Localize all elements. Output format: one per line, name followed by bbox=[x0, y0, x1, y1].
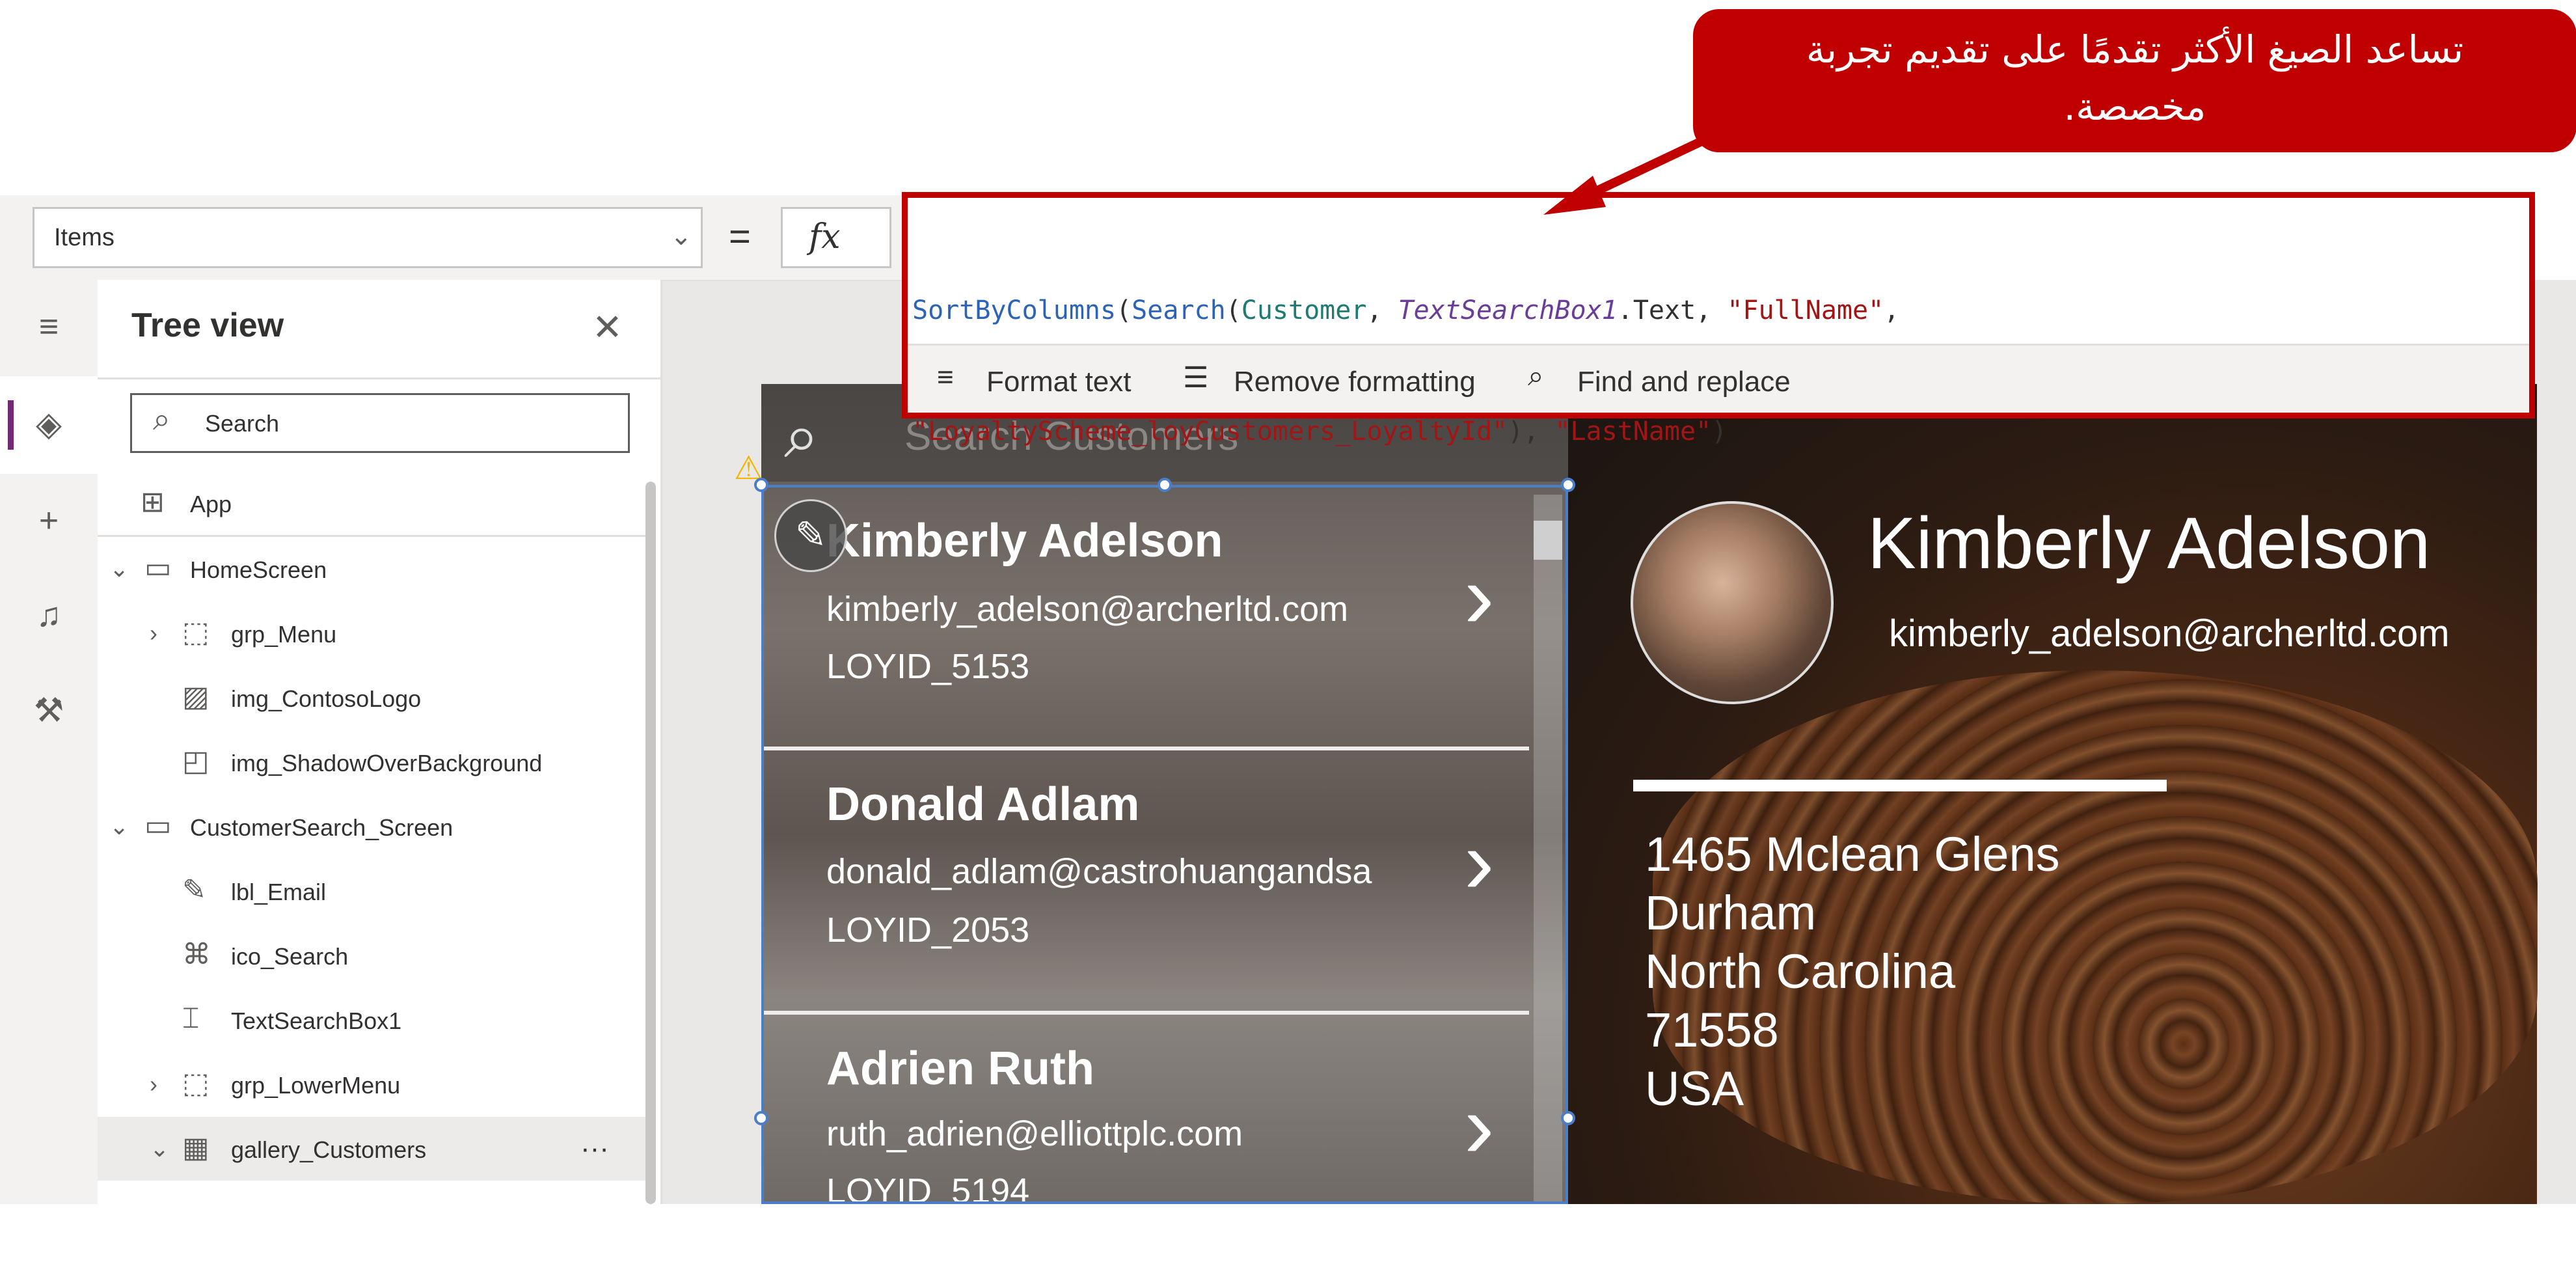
formula-token: ( bbox=[1225, 295, 1241, 325]
tree-item-lbl-email[interactable]: ✎ lbl_Email bbox=[98, 859, 645, 923]
formula-token: "FullName" bbox=[1727, 295, 1884, 325]
address-line: Durham bbox=[1645, 886, 1817, 940]
formula-token: .Text, bbox=[1617, 295, 1728, 325]
equals-sign: = bbox=[729, 215, 751, 258]
tree-item-label: HomeScreen bbox=[190, 556, 327, 583]
tree-item-label: TextSearchBox1 bbox=[231, 1008, 402, 1034]
formula-token: "LoyaltyScheme_loyCustomers_LoyaltyId" bbox=[912, 417, 1508, 446]
tree-item-customersearch-screen[interactable]: ⌄ ▭ CustomerSearch_Screen bbox=[98, 795, 645, 858]
address-line: 1465 Mclean Glens bbox=[1645, 827, 2060, 881]
tree-scrollbar[interactable] bbox=[645, 482, 656, 1204]
customer-avatar bbox=[1631, 501, 1834, 704]
image-icon: ▨ bbox=[182, 681, 210, 713]
remove-formatting-button[interactable]: Remove formatting bbox=[1234, 366, 1476, 398]
tree-item-ico-search[interactable]: ⌘ ico_Search bbox=[98, 924, 645, 987]
screen-icon: ▭ bbox=[144, 810, 172, 842]
fx-button[interactable]: fx bbox=[781, 207, 891, 268]
app-icon: ⊞ bbox=[141, 486, 165, 518]
formula-token: TextSearchBox1 bbox=[1398, 295, 1618, 325]
more-options-icon[interactable]: ··· bbox=[580, 1132, 609, 1165]
tree-item-img-contosologo[interactable]: ▨ img_ContosoLogo bbox=[98, 666, 645, 730]
remove-formatting-icon[interactable]: ☰ bbox=[1183, 361, 1208, 394]
tree-header-divider bbox=[98, 377, 662, 379]
edit-pencil-icon[interactable]: ✎ bbox=[774, 499, 847, 572]
formula-token: "LastName" bbox=[1554, 417, 1712, 446]
layers-icon[interactable]: ◈ bbox=[26, 405, 72, 444]
detail-email: kimberly_adelson@archerltd.com bbox=[1889, 612, 2450, 655]
tree-item-homescreen[interactable]: ⌄ ▭ HomeScreen bbox=[98, 537, 645, 601]
chevron-right-icon[interactable]: › bbox=[150, 620, 157, 647]
tree-item-app[interactable]: ⊞ App bbox=[98, 471, 645, 535]
resize-handle[interactable] bbox=[754, 478, 768, 492]
icons-icon: ⌘ bbox=[182, 939, 211, 970]
address-line: 71558 bbox=[1645, 1003, 1779, 1057]
formula-token: Customer bbox=[1241, 295, 1367, 325]
find-replace-button[interactable]: Find and replace bbox=[1577, 366, 1791, 398]
gallery-icon: ▦ bbox=[182, 1132, 210, 1164]
tree-item-label: gallery_Customers bbox=[231, 1136, 427, 1163]
gallery-selection-frame[interactable] bbox=[761, 485, 1568, 1204]
tree-item-label: img_ContosoLogo bbox=[231, 685, 422, 712]
tree-item-label: App bbox=[190, 491, 232, 517]
detail-divider bbox=[1633, 780, 2167, 791]
rail-selected-indicator bbox=[8, 400, 14, 450]
formula-token: ( bbox=[1116, 295, 1132, 325]
group-icon: ⬚ bbox=[182, 616, 210, 648]
formula-token: ), bbox=[1508, 417, 1555, 446]
tree-item-label: grp_LowerMenu bbox=[231, 1072, 401, 1099]
formula-token: , bbox=[1366, 295, 1398, 325]
tree-item-label: grp_Menu bbox=[231, 621, 337, 648]
hamburger-menu-icon[interactable]: ≡ bbox=[26, 307, 72, 346]
chevron-down-icon[interactable]: ⌄ bbox=[150, 1135, 169, 1162]
resize-handle[interactable] bbox=[1561, 1111, 1575, 1125]
media-icon[interactable]: ♫ bbox=[26, 596, 72, 635]
address-line: USA bbox=[1645, 1062, 1744, 1116]
resize-handle[interactable] bbox=[754, 1111, 768, 1125]
tools-icon[interactable]: ⚒ bbox=[26, 691, 72, 730]
tree-view-title: Tree view bbox=[131, 307, 284, 344]
formula-token: ) bbox=[1711, 417, 1728, 446]
tree-item-label: img_ShadowOverBackground bbox=[231, 750, 543, 776]
screen-icon: ▭ bbox=[144, 552, 172, 584]
property-dropdown[interactable]: Items bbox=[33, 207, 703, 268]
format-text-button[interactable]: Format text bbox=[986, 366, 1132, 398]
address-line: North Carolina bbox=[1645, 944, 1956, 998]
tree-item-textsearchbox1[interactable]: ⌶ TextSearchBox1 bbox=[98, 988, 645, 1052]
textinput-icon: ⌶ bbox=[182, 1002, 200, 1034]
close-icon[interactable]: ✕ bbox=[592, 306, 623, 349]
search-icon: ⌕ bbox=[153, 402, 170, 437]
chevron-down-icon[interactable]: ⌄ bbox=[670, 221, 692, 251]
chevron-down-icon[interactable]: ⌄ bbox=[109, 555, 129, 583]
search-icon[interactable]: ⌕ bbox=[1528, 360, 1544, 392]
tree-item-label: ico_Search bbox=[231, 943, 349, 970]
group-icon: ⬚ bbox=[182, 1067, 210, 1099]
tree-item-img-shadowoverbackground[interactable]: ◰ img_ShadowOverBackground bbox=[98, 730, 645, 794]
formula-token: Search bbox=[1132, 295, 1226, 325]
formula-token: SortByColumns bbox=[912, 295, 1117, 325]
formula-line-2: "LoyaltyScheme_loyCustomers_LoyaltyId"),… bbox=[912, 411, 1899, 452]
search-icon[interactable]: ⌕ bbox=[784, 400, 819, 473]
image-shape-icon: ◰ bbox=[182, 745, 210, 777]
annotation-callout: تساعد الصيغ الأكثر تقدمًا على تقديم تجرب… bbox=[1693, 9, 2576, 152]
format-text-icon[interactable]: ≡ bbox=[937, 361, 954, 394]
tree-item-grp-lowermenu[interactable]: › ⬚ grp_LowerMenu bbox=[98, 1052, 645, 1116]
chevron-down-icon[interactable]: ⌄ bbox=[109, 813, 129, 840]
tree-search-placeholder: Search bbox=[205, 410, 280, 437]
tree-item-grp-menu[interactable]: › ⬚ grp_Menu bbox=[98, 601, 645, 665]
label-icon: ✎ bbox=[182, 874, 206, 906]
formula-token: , bbox=[1884, 295, 1900, 325]
plus-icon[interactable]: + bbox=[26, 501, 72, 540]
detail-name: Kimberly Adelson bbox=[1867, 502, 2431, 584]
formula-line-1: SortByColumns(Search(Customer, TextSearc… bbox=[912, 290, 1899, 331]
tree-item-gallery-customers[interactable]: ⌄ ▦ gallery_Customers bbox=[98, 1117, 645, 1181]
tree-item-label: CustomerSearch_Screen bbox=[190, 814, 454, 841]
chevron-right-icon[interactable]: › bbox=[150, 1071, 157, 1098]
tree-item-label: lbl_Email bbox=[231, 879, 327, 905]
